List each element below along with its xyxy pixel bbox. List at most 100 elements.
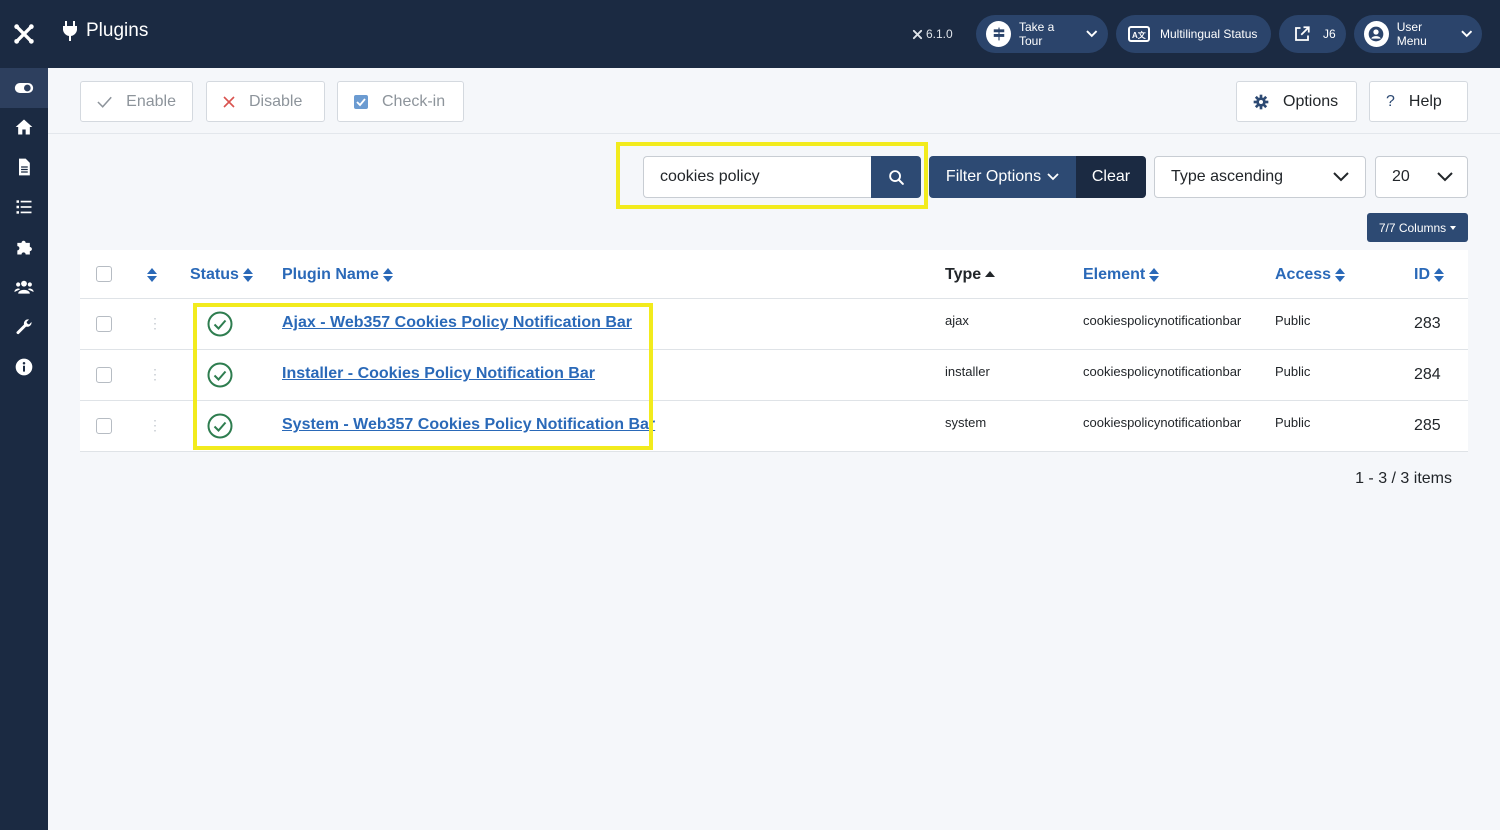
sidebar-item-users[interactable] bbox=[0, 267, 48, 307]
sidebar-item-help[interactable] bbox=[0, 347, 48, 387]
multilingual-status-button[interactable]: A文 Multilingual Status bbox=[1116, 15, 1271, 53]
help-label: Help bbox=[1408, 92, 1442, 110]
plugin-name-link[interactable]: Installer - Cookies Policy Notification … bbox=[282, 365, 595, 383]
sidebar-item-menus[interactable] bbox=[0, 187, 48, 227]
filter-options-button[interactable]: Filter Options bbox=[929, 156, 1076, 198]
filter-options-label: Filter Options bbox=[945, 168, 1042, 185]
drag-handle-icon[interactable]: ⋮ bbox=[148, 315, 162, 332]
file-icon bbox=[19, 158, 30, 176]
signpost-icon bbox=[986, 21, 1011, 47]
toolbar: Enable Disable Check-in Options ? Help bbox=[48, 68, 1500, 134]
table-header: Status Plugin Name Type Element Access I… bbox=[80, 250, 1468, 299]
element-cell: cookiespolicynotificationbar bbox=[1083, 313, 1242, 328]
sort-icon bbox=[1335, 267, 1346, 282]
plugin-name-link[interactable]: System - Web357 Cookies Policy Notificat… bbox=[282, 416, 655, 434]
select-all-checkbox[interactable] bbox=[96, 266, 112, 282]
access-cell: Public bbox=[1275, 415, 1311, 430]
type-header-label: Type bbox=[945, 265, 982, 283]
user-menu-label: User Menu bbox=[1396, 20, 1427, 48]
list-icon bbox=[16, 200, 32, 214]
access-header[interactable]: Access bbox=[1275, 250, 1346, 299]
table-row: ⋮ Ajax - Web357 Cookies Policy Notificat… bbox=[80, 299, 1468, 350]
ordering-sort-header[interactable] bbox=[147, 250, 157, 299]
id-header[interactable]: ID bbox=[1414, 250, 1444, 299]
enable-button[interactable]: Enable bbox=[80, 81, 193, 122]
status-toggle[interactable] bbox=[207, 362, 233, 388]
user-menu-button[interactable]: User Menu bbox=[1354, 15, 1482, 53]
status-toggle[interactable] bbox=[207, 311, 233, 337]
toggle-icon bbox=[14, 83, 34, 93]
columns-button[interactable]: 7/7 Columns bbox=[1367, 213, 1468, 242]
sort-icon bbox=[147, 267, 157, 282]
version-label: 6.1.0 bbox=[912, 27, 953, 41]
chevron-down-icon bbox=[1460, 30, 1472, 38]
type-header[interactable]: Type bbox=[945, 250, 996, 299]
take-tour-button[interactable]: Take a Tour bbox=[976, 15, 1108, 53]
sidebar-item-content[interactable] bbox=[0, 147, 48, 187]
search-button[interactable] bbox=[871, 156, 921, 198]
sidebar-item-extensions[interactable] bbox=[0, 227, 48, 267]
disable-label: Disable bbox=[249, 92, 303, 110]
plugin-name-header[interactable]: Plugin Name bbox=[282, 250, 393, 299]
enable-label: Enable bbox=[126, 92, 176, 110]
options-button[interactable]: Options bbox=[1236, 81, 1357, 122]
status-header[interactable]: Status bbox=[190, 250, 253, 299]
caret-down-icon bbox=[1450, 225, 1457, 230]
element-cell: cookiespolicynotificationbar bbox=[1083, 415, 1242, 430]
users-icon bbox=[14, 280, 34, 294]
columns-label: 7/7 Columns bbox=[1378, 220, 1447, 235]
id-cell: 285 bbox=[1414, 417, 1441, 434]
sidebar-item-toggle-menu[interactable] bbox=[0, 68, 48, 108]
home-icon bbox=[15, 119, 33, 135]
plugins-table: Status Plugin Name Type Element Access I… bbox=[80, 250, 1468, 452]
question-icon: ? bbox=[1386, 92, 1395, 110]
type-cell: system bbox=[945, 415, 987, 430]
row-checkbox[interactable] bbox=[96, 316, 112, 332]
element-header-label: Element bbox=[1083, 265, 1146, 283]
help-button[interactable]: ? Help bbox=[1369, 81, 1468, 122]
main-content bbox=[48, 134, 1500, 830]
joomla-logo-icon[interactable] bbox=[0, 0, 48, 68]
sidebar-item-system[interactable] bbox=[0, 307, 48, 347]
external-link-icon bbox=[1289, 21, 1315, 47]
id-cell: 283 bbox=[1414, 315, 1441, 332]
sidebar-item-home[interactable] bbox=[0, 107, 48, 147]
sort-icon bbox=[242, 267, 253, 282]
plugin-name-text: System - Web357 Cookies Policy Notificat… bbox=[282, 416, 656, 433]
check-circle-icon bbox=[207, 311, 233, 337]
disable-button[interactable]: Disable bbox=[206, 81, 325, 122]
version-number: 6.1.0 bbox=[926, 27, 953, 41]
sort-icon bbox=[1149, 267, 1160, 282]
drag-handle-icon[interactable]: ⋮ bbox=[148, 366, 162, 383]
sort-icon bbox=[382, 267, 393, 282]
check-icon bbox=[97, 96, 112, 108]
table-row: ⋮ Installer - Cookies Policy Notificatio… bbox=[80, 350, 1468, 401]
clear-button[interactable]: Clear bbox=[1076, 156, 1146, 198]
search-icon bbox=[888, 169, 904, 185]
access-header-label: Access bbox=[1275, 265, 1332, 283]
element-header[interactable]: Element bbox=[1083, 250, 1160, 299]
row-checkbox[interactable] bbox=[96, 418, 112, 434]
plugin-name-link[interactable]: Ajax - Web357 Cookies Policy Notificatio… bbox=[282, 314, 632, 332]
multilingual-label: Multilingual Status bbox=[1160, 27, 1258, 41]
options-label: Options bbox=[1283, 92, 1339, 110]
sort-icon bbox=[1434, 267, 1444, 282]
status-toggle[interactable] bbox=[207, 413, 233, 439]
type-cell: ajax bbox=[945, 313, 969, 328]
sort-select[interactable]: Type ascending bbox=[1154, 156, 1366, 198]
close-icon bbox=[223, 95, 235, 108]
drag-handle-icon[interactable]: ⋮ bbox=[148, 417, 162, 434]
plugin-name-header-label: Plugin Name bbox=[282, 265, 379, 283]
puzzle-icon bbox=[17, 240, 32, 255]
take-tour-label: Take a Tour bbox=[1019, 20, 1055, 48]
wrench-icon bbox=[16, 319, 32, 335]
row-checkbox[interactable] bbox=[96, 367, 112, 383]
checkin-button[interactable]: Check-in bbox=[337, 81, 464, 122]
site-link-button[interactable]: J6 bbox=[1279, 15, 1346, 53]
access-cell: Public bbox=[1275, 364, 1311, 379]
check-circle-icon bbox=[207, 362, 233, 388]
search-input[interactable] bbox=[643, 156, 871, 198]
sort-ascending-icon bbox=[985, 271, 996, 277]
limit-select[interactable]: 20 bbox=[1375, 156, 1468, 198]
gear-icon bbox=[1253, 94, 1269, 109]
